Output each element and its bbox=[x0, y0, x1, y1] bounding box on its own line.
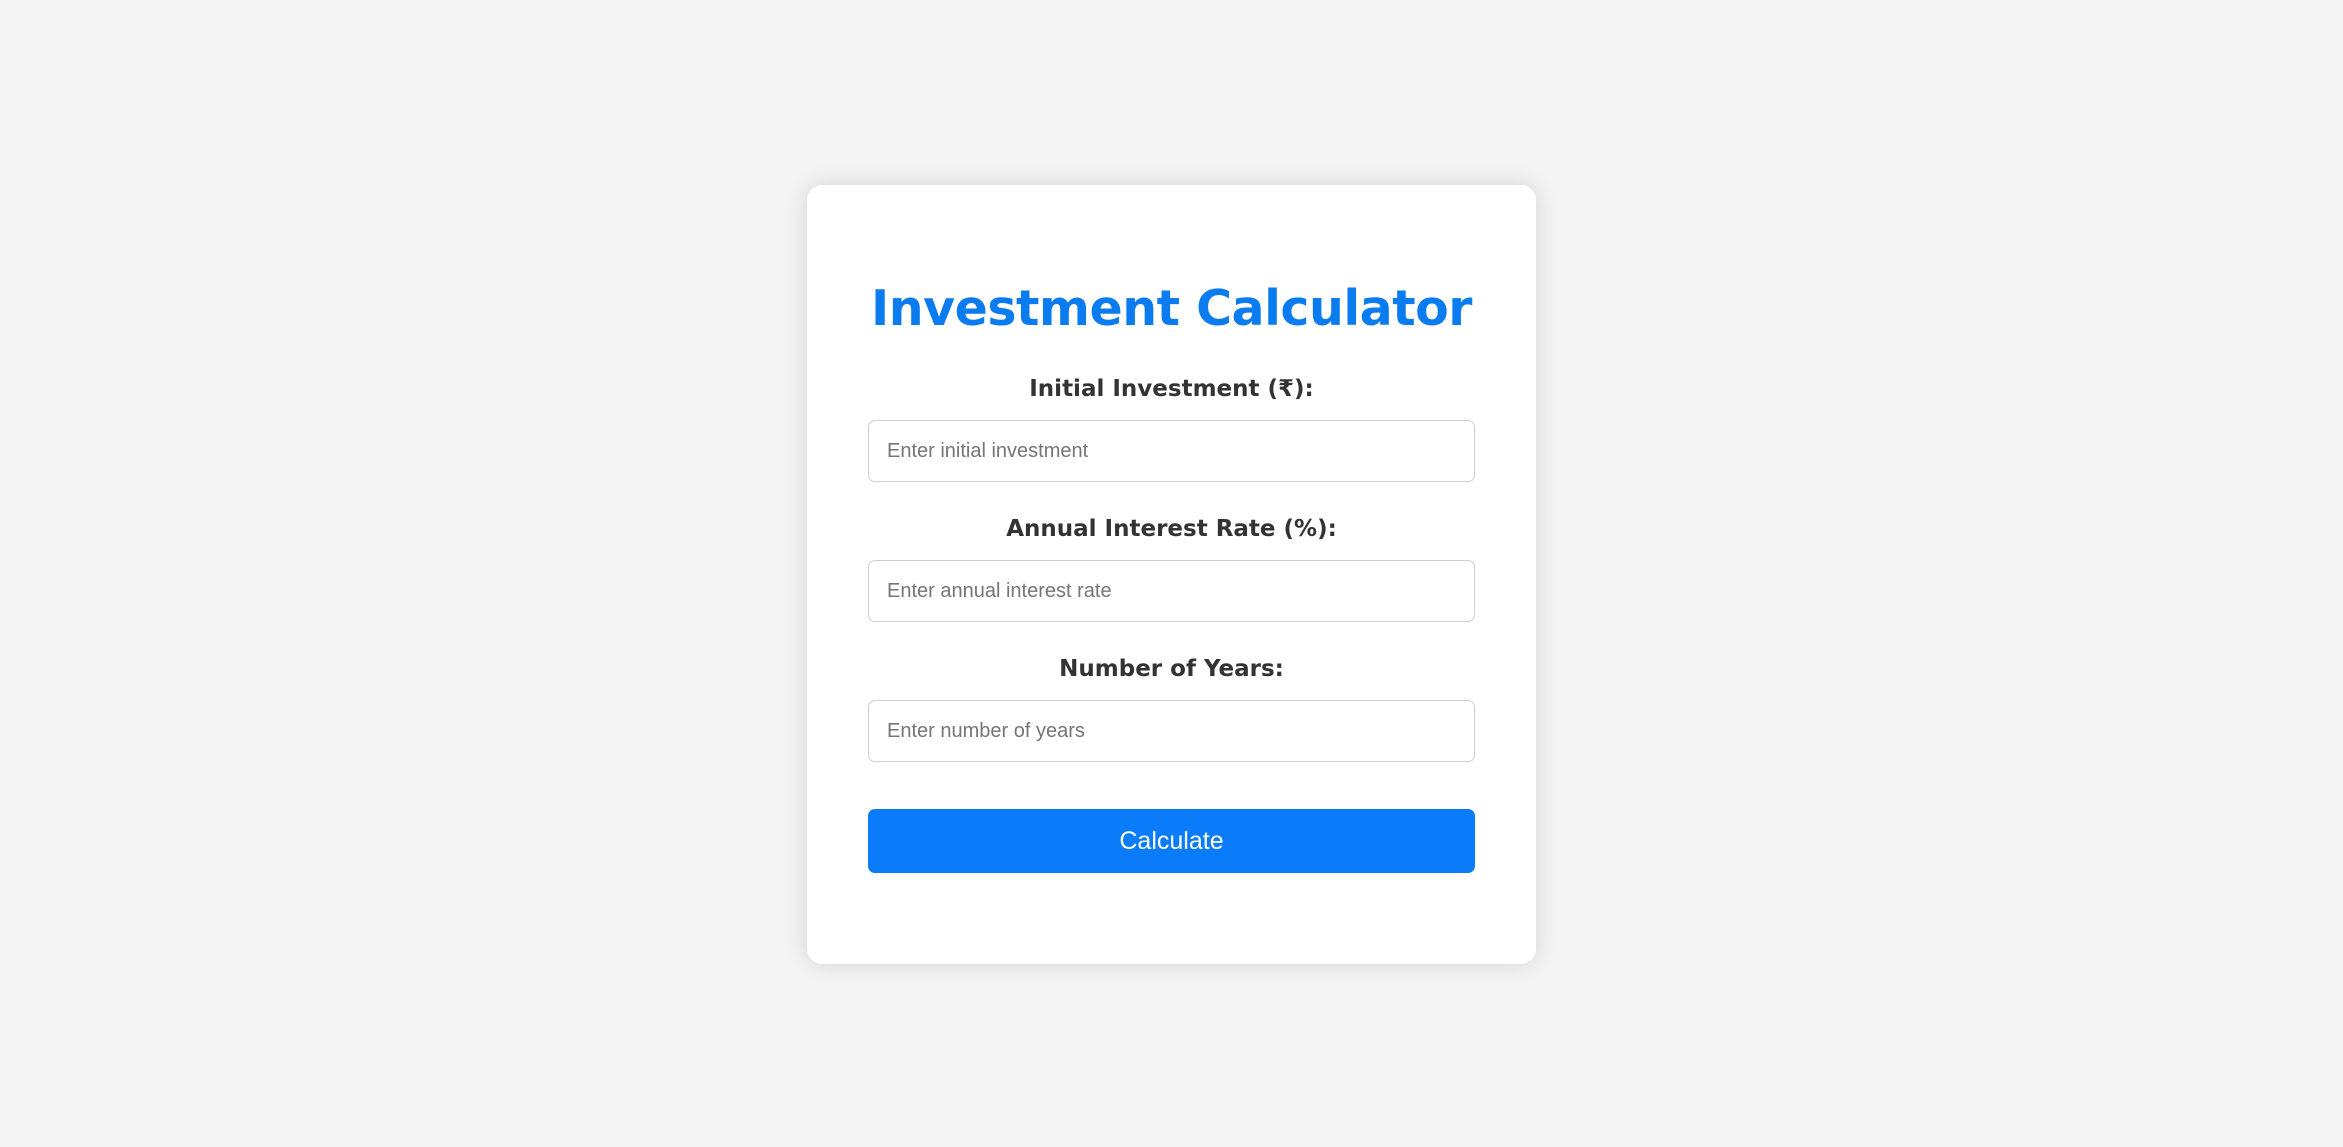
initial-investment-input[interactable] bbox=[868, 420, 1475, 482]
interest-rate-input[interactable] bbox=[868, 560, 1475, 622]
years-input[interactable] bbox=[868, 700, 1475, 762]
calculator-card: Investment Calculator Initial Investment… bbox=[807, 185, 1536, 964]
interest-rate-label: Annual Interest Rate (%): bbox=[1006, 516, 1337, 542]
page-title: Investment Calculator bbox=[871, 280, 1472, 337]
calculate-button[interactable]: Calculate bbox=[868, 809, 1475, 873]
years-label: Number of Years: bbox=[1059, 656, 1284, 682]
initial-investment-label: Initial Investment (₹): bbox=[1029, 376, 1314, 402]
